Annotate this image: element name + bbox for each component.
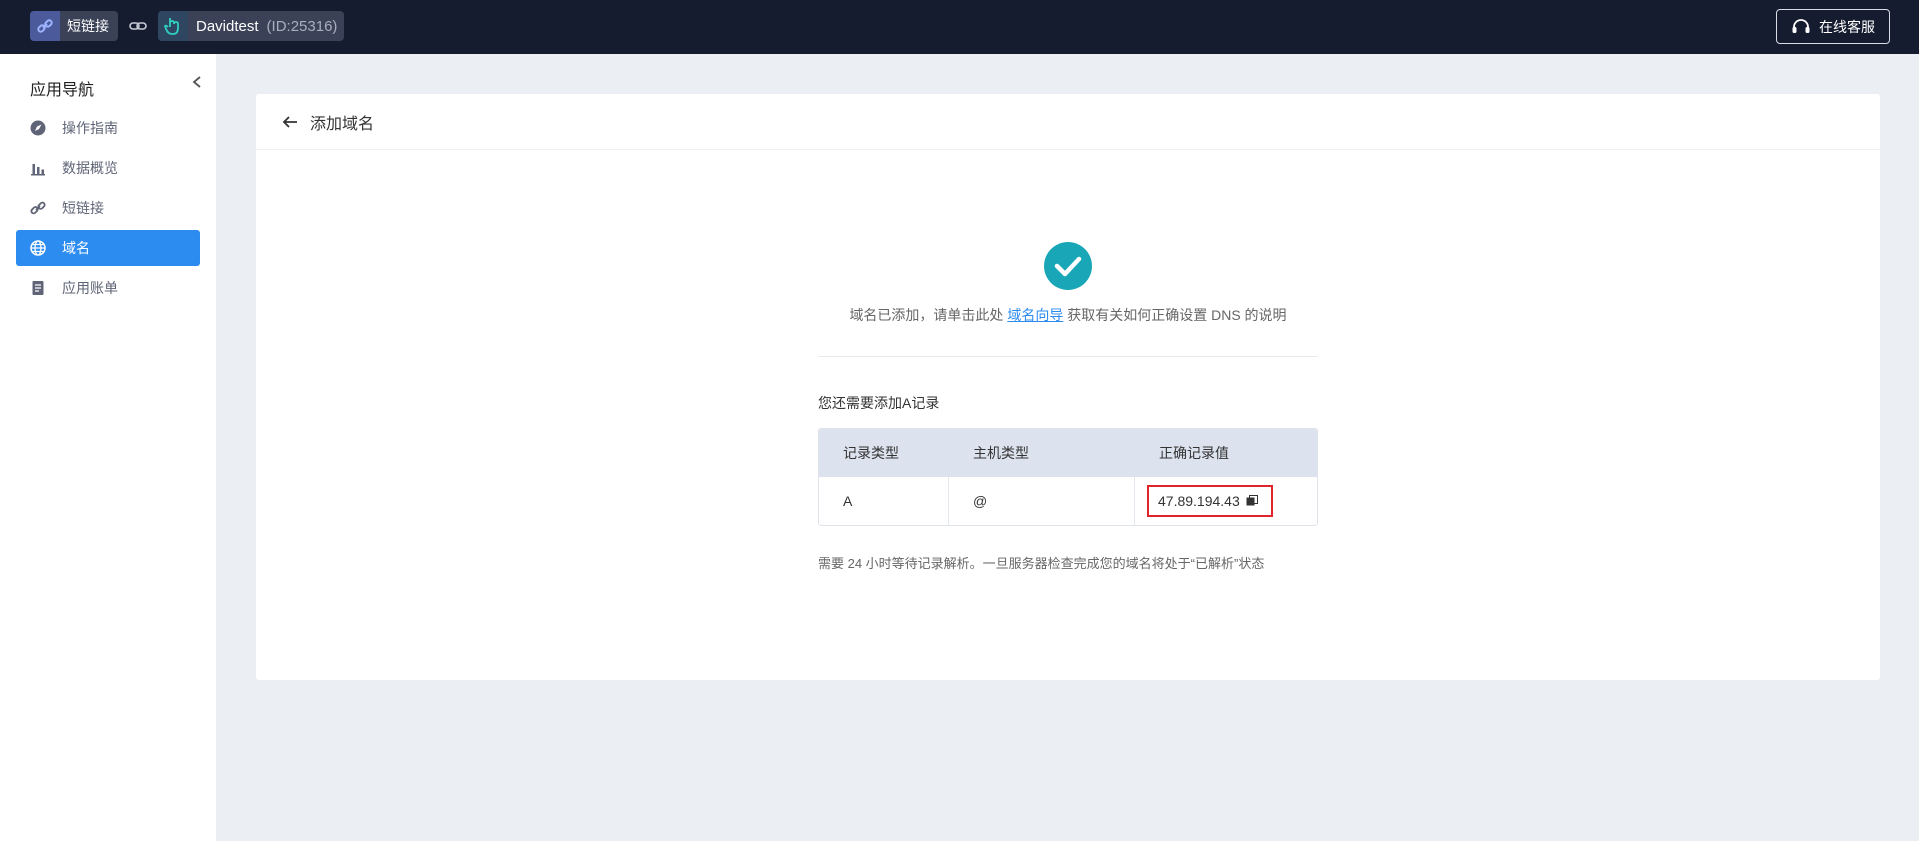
back-arrow-icon[interactable]	[280, 112, 300, 132]
chain-link-icon	[129, 22, 147, 30]
app-switcher[interactable]: 短链接	[30, 11, 118, 41]
card-header: 添加域名	[256, 94, 1880, 150]
notice-prefix: 域名已添加，请单击此处	[849, 307, 1004, 323]
sidebar-item-domain[interactable]: 域名	[16, 230, 200, 266]
sidebar-item-label: 应用账单	[62, 280, 118, 296]
app-label: 短链接	[67, 18, 109, 34]
cell-host-type: @	[949, 477, 1135, 525]
user-account-chip[interactable]: Davidtest (ID:25316)	[158, 11, 344, 41]
user-name: Davidtest	[196, 17, 259, 35]
sidebar-nav: 操作指南 数据概览 短链接 域名 应用账单	[16, 110, 200, 310]
bill-icon	[30, 280, 46, 296]
sidebar-item-short-link[interactable]: 短链接	[16, 190, 200, 226]
sidebar-item-label: 域名	[62, 240, 90, 256]
divider	[818, 356, 1318, 357]
a-record-heading: 您还需要添加A记录	[818, 395, 940, 411]
sidebar-item-overview[interactable]: 数据概览	[16, 150, 200, 186]
resolution-wait-note: 需要 24 小时等待记录解析。一旦服务器检查完成您的域名将处于“已解析”状态	[818, 556, 1265, 571]
header-record-type: 记录类型	[843, 445, 899, 461]
table-row: A @ 47.89.194.43	[819, 477, 1317, 525]
page-title: 添加域名	[310, 115, 375, 133]
headset-icon	[1792, 18, 1810, 33]
dns-record-table: 记录类型 主机类型 正确记录值 A @ 47.89.194.43	[818, 428, 1318, 526]
sidebar: 应用导航 操作指南 数据概览 短链接 域名 应用账单	[0, 54, 216, 841]
copy-icon[interactable]	[1246, 495, 1258, 507]
cell-record-type: A	[819, 477, 949, 525]
sidebar-item-label: 操作指南	[62, 120, 118, 136]
sidebar-item-label: 短链接	[62, 200, 104, 216]
add-domain-card: 添加域名 域名已添加，请单击此处 域名向导 获取有关如何正确设置 DNS 的说明…	[256, 94, 1880, 680]
bar-chart-icon	[30, 160, 46, 176]
sidebar-title: 应用导航	[30, 82, 95, 99]
hand-pointer-icon	[158, 11, 188, 41]
table-header-row: 记录类型 主机类型 正确记录值	[819, 429, 1317, 477]
support-label: 在线客服	[1819, 18, 1875, 35]
record-value-highlight: 47.89.194.43	[1147, 485, 1273, 517]
dns-notice: 域名已添加，请单击此处 域名向导 获取有关如何正确设置 DNS 的说明	[256, 305, 1880, 325]
link-icon	[30, 200, 46, 216]
collapse-chevron-icon[interactable]	[190, 74, 204, 90]
ip-address: 47.89.194.43	[1158, 493, 1240, 509]
notice-suffix: 获取有关如何正确设置 DNS 的说明	[1067, 307, 1287, 323]
header-host-type: 主机类型	[973, 445, 1029, 461]
link-icon	[30, 11, 60, 41]
sidebar-item-bill[interactable]: 应用账单	[16, 270, 200, 306]
user-id: (ID:25316)	[266, 17, 338, 35]
online-support-button[interactable]: 在线客服	[1776, 9, 1890, 44]
domain-guide-link[interactable]: 域名向导	[1007, 307, 1063, 323]
success-check-icon	[1044, 242, 1092, 290]
cell-record-value: 47.89.194.43	[1135, 477, 1317, 525]
navigation-icon	[30, 120, 46, 136]
globe-icon	[30, 240, 46, 256]
header-record-value: 正确记录值	[1159, 445, 1229, 461]
sidebar-item-label: 数据概览	[62, 160, 118, 176]
sidebar-item-guide[interactable]: 操作指南	[16, 110, 200, 146]
top-bar: 短链接 Davidtest (ID:25316) 在线客服	[0, 0, 1919, 54]
